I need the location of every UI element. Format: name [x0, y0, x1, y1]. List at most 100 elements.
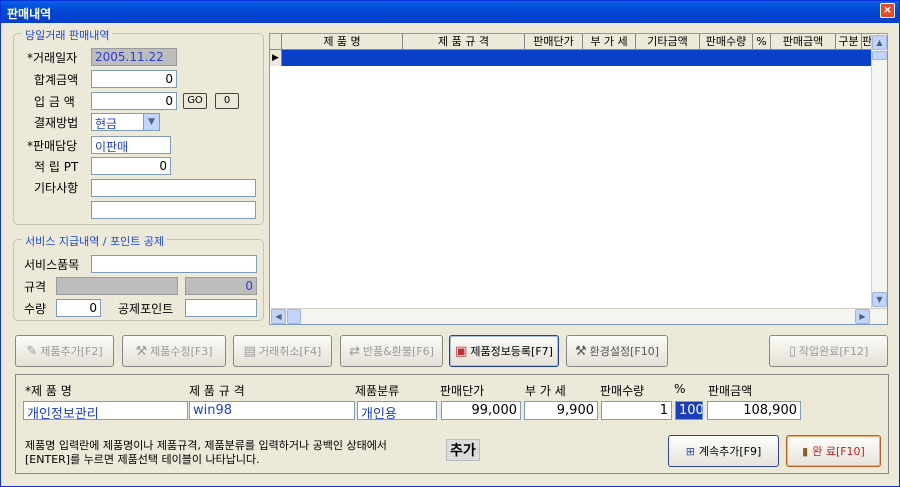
- vat-input[interactable]: 9,900: [524, 401, 598, 420]
- entry-amount-label: 판매금액: [708, 384, 753, 398]
- cancel-trade-button[interactable]: ▤ 거래취소[F4]: [233, 335, 332, 367]
- col-header[interactable]: 제 품 규 격: [403, 34, 525, 50]
- wrench-icon: ⚒: [574, 343, 587, 359]
- deposit-label: 입 금 액: [34, 95, 75, 109]
- add-product-label: 제품추가[F2]: [40, 345, 103, 358]
- entry-category-label: 제품분류: [355, 384, 400, 398]
- etc-label: 기타사항: [34, 181, 79, 195]
- etc-field-2[interactable]: [91, 201, 256, 219]
- go-button[interactable]: GO: [183, 93, 207, 109]
- scroll-right-icon[interactable]: ▶: [855, 309, 870, 324]
- payment-select[interactable]: 현금 ▼: [91, 113, 160, 131]
- amount-input[interactable]: 108,900: [707, 401, 801, 420]
- pencil-icon: ✎: [26, 343, 38, 359]
- edit-product-label: 제품수정[F3]: [150, 345, 213, 358]
- deduct-label: 공제포인트: [118, 302, 174, 316]
- qty-input[interactable]: 1: [601, 401, 672, 420]
- register-icon: ▣: [455, 343, 468, 359]
- refund-label: 반품&환불[F6]: [362, 345, 434, 358]
- service-group: 서비스 지급내역 / 포인트 공제 서비스품목 규격 0 수량 0 공제포인트: [13, 233, 264, 321]
- staff-label: *판매담당: [27, 139, 78, 153]
- register-product-button[interactable]: ▣ 제품정보등록[F7]: [449, 335, 559, 367]
- grid-header-corner: [270, 34, 282, 50]
- service-item-field[interactable]: [91, 255, 257, 273]
- col-header[interactable]: 부 가 세: [583, 34, 636, 50]
- entry-qty-label: 판매수량: [600, 384, 645, 398]
- help-note-line-1: 제품명 입력란에 제품명이나 제품규격, 제품분류를 입력하거나 공백인 상태에…: [25, 439, 387, 452]
- door-icon: ▮: [802, 444, 809, 458]
- close-button[interactable]: ×: [880, 3, 895, 18]
- tools-icon: ⚒: [135, 343, 148, 359]
- register-product-label: 제품정보등록[F7]: [470, 345, 553, 358]
- deduct-field[interactable]: [185, 299, 257, 317]
- row-indicator-icon: ▶: [270, 50, 282, 66]
- done-label: 완 료[F10]: [812, 445, 865, 458]
- product-category-input[interactable]: 개인용: [357, 401, 437, 420]
- zero-button[interactable]: 0: [215, 93, 239, 109]
- entry-name-label: *제 품 명: [25, 384, 72, 398]
- add-product-button[interactable]: ✎ 제품추가[F2]: [15, 335, 114, 367]
- payment-value: 현금: [95, 117, 118, 131]
- refund-icon: ⇄: [349, 343, 360, 359]
- qty-field[interactable]: 0: [56, 299, 101, 317]
- vertical-scrollbar[interactable]: ▲ ▼: [871, 34, 887, 308]
- door-icon: ▯: [788, 343, 796, 359]
- entry-vat-label: 부 가 세: [525, 384, 566, 398]
- settings-label: 환경설정[F10]: [589, 345, 660, 358]
- finish-job-button[interactable]: ▯ 작업완료[F12]: [769, 335, 888, 367]
- staff-field[interactable]: 이판매: [91, 136, 171, 154]
- continue-add-button[interactable]: ⊞ 계속추가[F9]: [668, 435, 779, 467]
- col-header[interactable]: 판매금액: [771, 34, 836, 50]
- deposit-field[interactable]: 0: [91, 92, 177, 110]
- col-header[interactable]: 판매단가: [525, 34, 583, 50]
- table-row-selected[interactable]: [270, 50, 872, 66]
- help-note: 제품명 입력란에 제품명이나 제품규격, 제품분류를 입력하거나 공백인 상태에…: [25, 439, 387, 467]
- continue-add-label: 계속추가[F9]: [698, 445, 762, 458]
- horizontal-scrollbar[interactable]: ◀ ▶: [270, 308, 887, 324]
- grid-header: 제 품 명 제 품 규 격 판매단가 부 가 세 기타금액 판매수량 % 판매금…: [270, 34, 872, 50]
- col-header[interactable]: 구분: [836, 34, 862, 50]
- cancel-trade-label: 거래취소[F4]: [258, 345, 322, 358]
- col-header[interactable]: %: [753, 34, 771, 50]
- add-status-label: 추가: [446, 439, 480, 461]
- refund-button[interactable]: ⇄ 반품&환불[F6]: [340, 335, 443, 367]
- chevron-down-icon[interactable]: ▼: [143, 114, 159, 130]
- service-group-title: 서비스 지급내역 / 포인트 공제: [22, 233, 168, 249]
- scroll-up-icon[interactable]: ▲: [872, 35, 887, 50]
- total-label: 합계금액: [34, 73, 79, 87]
- spec-field: [56, 277, 178, 295]
- col-header[interactable]: 판매수량: [700, 34, 753, 50]
- price-input[interactable]: 99,000: [441, 401, 521, 420]
- payment-label: 결재방법: [34, 116, 79, 130]
- etc-field-1[interactable]: [91, 179, 256, 197]
- sales-group-title: 당일거래 판매내역: [22, 27, 113, 43]
- spec-amount-field: 0: [185, 277, 257, 295]
- col-header[interactable]: 기타금액: [636, 34, 700, 50]
- help-note-line-2: [ENTER]를 누르면 제품선택 테이블이 나타납니다.: [25, 453, 260, 466]
- document-icon: ▤: [243, 343, 256, 359]
- product-name-input[interactable]: 개인정보관리: [23, 401, 188, 420]
- service-item-label: 서비스품목: [24, 258, 80, 272]
- product-spec-input[interactable]: win98: [189, 401, 355, 420]
- done-button[interactable]: ▮ 완 료[F10]: [786, 435, 881, 467]
- settings-button[interactable]: ⚒ 환경설정[F10]: [566, 335, 668, 367]
- points-label: 적 립 PT: [34, 160, 79, 174]
- scroll-thumb[interactable]: [872, 51, 887, 60]
- total-field[interactable]: 0: [91, 70, 177, 88]
- edit-product-button[interactable]: ⚒ 제품수정[F3]: [122, 335, 226, 367]
- title-bar: 판매내역 ×: [1, 1, 899, 23]
- scroll-down-icon[interactable]: ▼: [872, 292, 887, 307]
- col-header[interactable]: 제 품 명: [282, 34, 403, 50]
- date-label: *거래일자: [27, 51, 78, 65]
- points-field[interactable]: 0: [91, 157, 171, 175]
- entry-spec-label: 제 품 규 격: [189, 384, 245, 398]
- date-field: 2005.11.22: [91, 48, 177, 66]
- hscroll-thumb[interactable]: [287, 309, 301, 324]
- entry-price-label: 판매단가: [440, 384, 485, 398]
- spec-label: 규격: [24, 280, 47, 294]
- scroll-left-icon[interactable]: ◀: [271, 309, 286, 324]
- sales-grid[interactable]: 제 품 명 제 품 규 격 판매단가 부 가 세 기타금액 판매수량 % 판매금…: [269, 33, 888, 325]
- percent-input[interactable]: 100: [675, 401, 703, 420]
- sales-window: 판매내역 × 당일거래 판매내역 *거래일자 2005.11.22 합계금액 0…: [0, 0, 900, 487]
- sales-group: 당일거래 판매내역 *거래일자 2005.11.22 합계금액 0 입 금 액 …: [13, 27, 264, 225]
